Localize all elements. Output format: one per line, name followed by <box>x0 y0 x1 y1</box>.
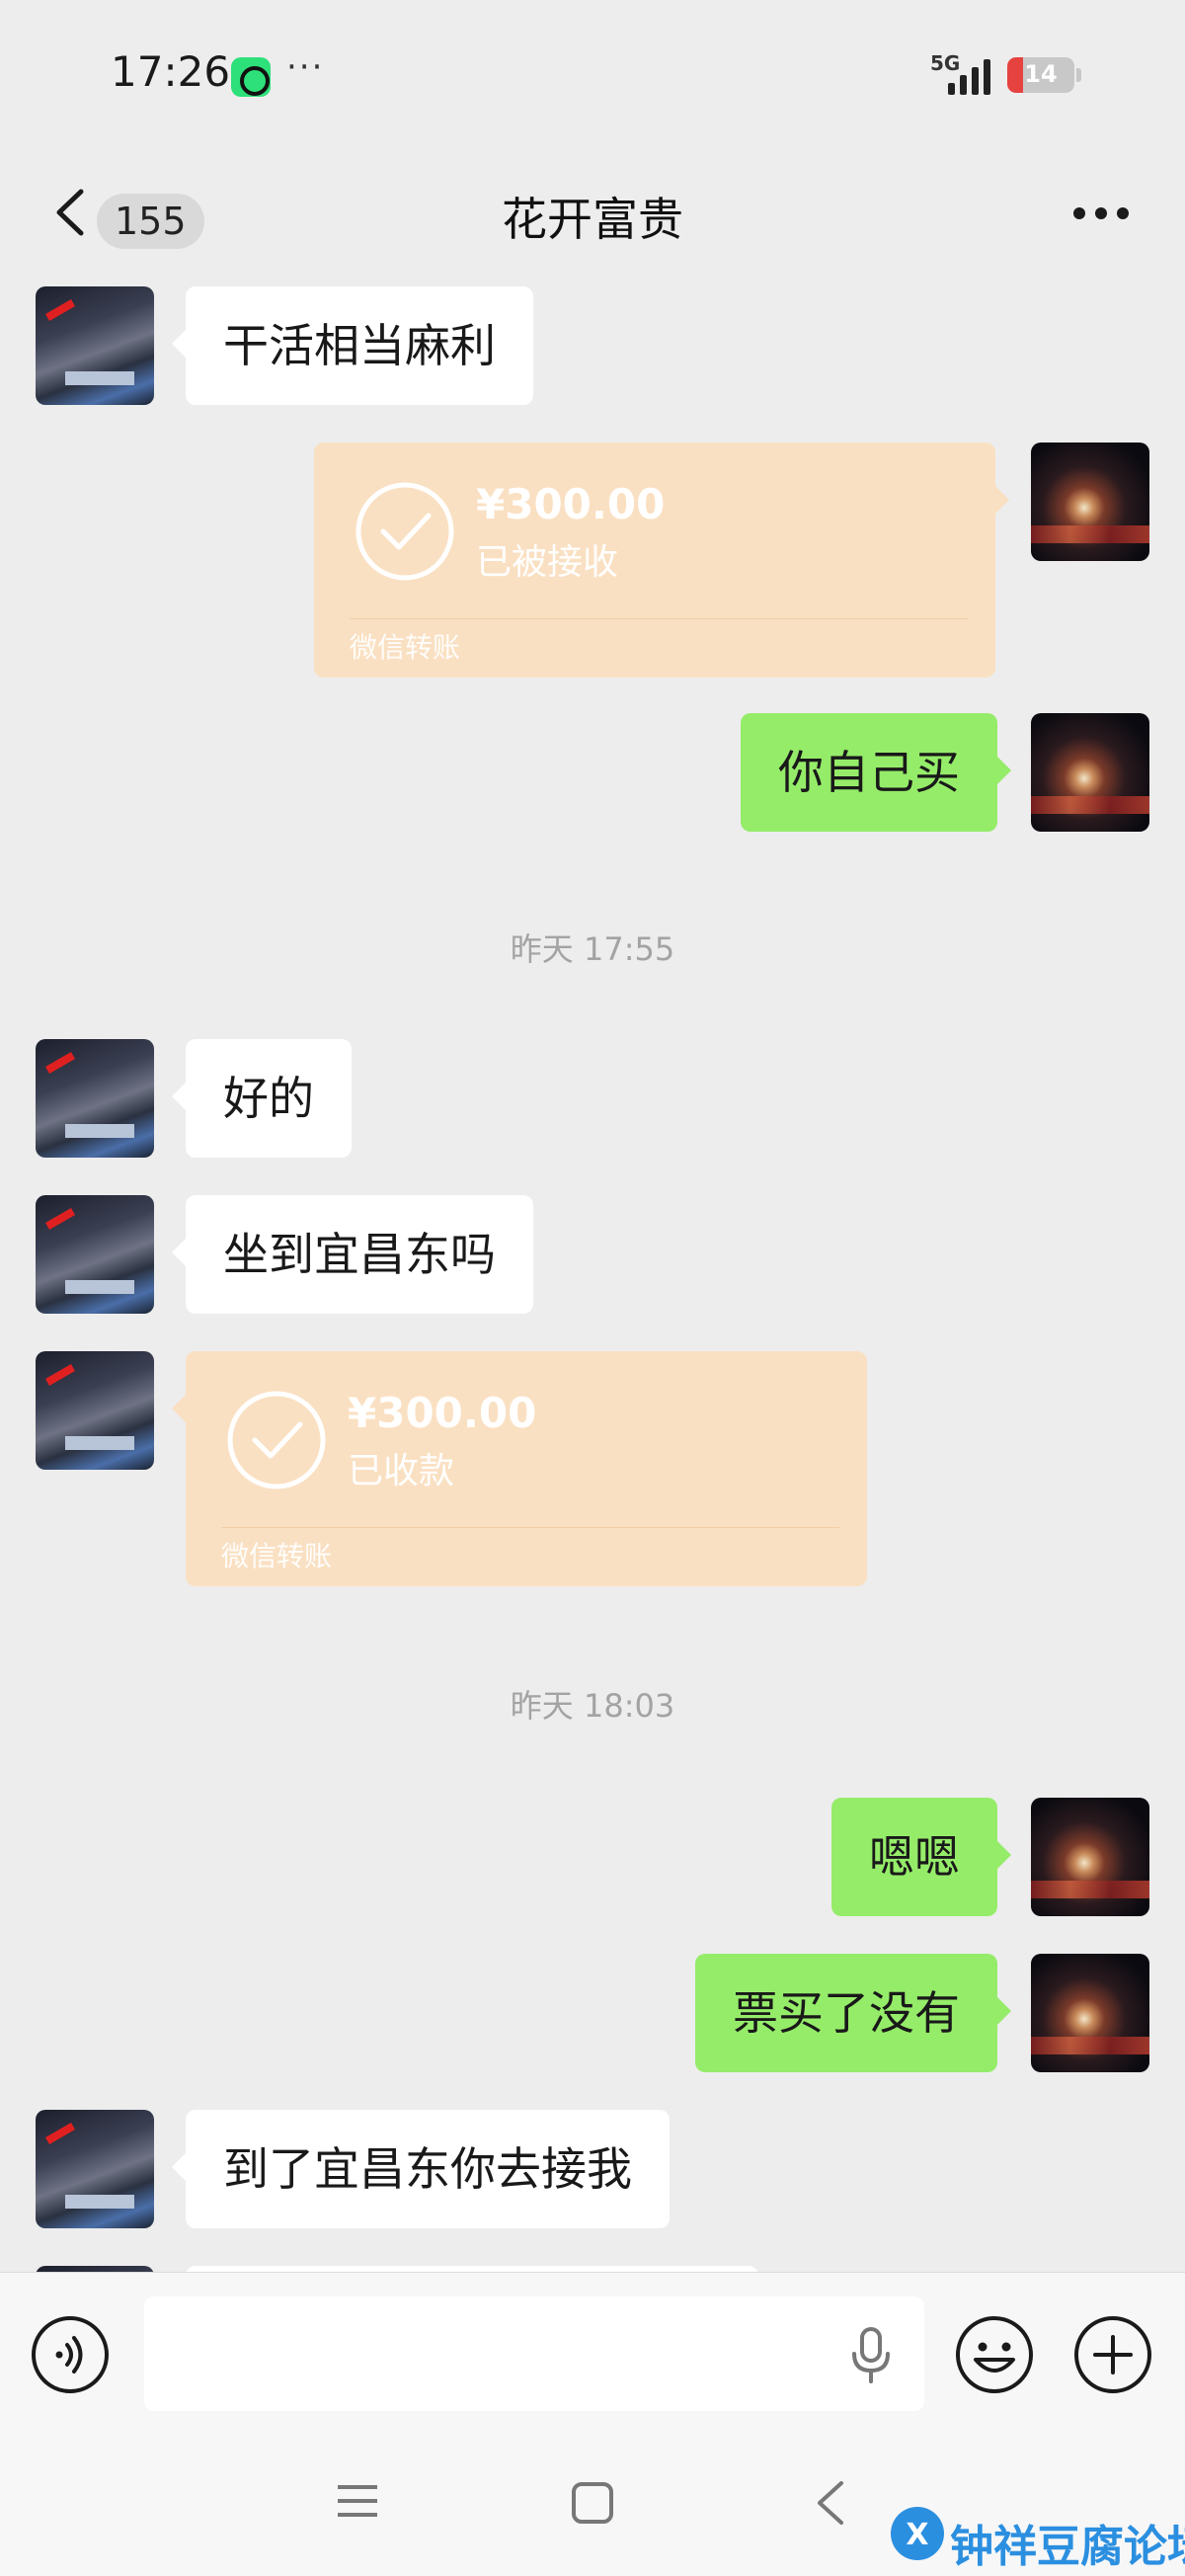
battery-icon: 14 <box>1007 57 1074 93</box>
forum-logo-icon: X <box>891 2507 944 2560</box>
transfer-status: 已被接收 <box>476 542 619 583</box>
contact-avatar[interactable] <box>36 1195 154 1314</box>
my-avatar[interactable] <box>1031 713 1149 832</box>
sent-message-bubble[interactable]: 票买了没有 <box>695 1954 1011 2072</box>
status-bar: 17:26 ··· 5G 14 <box>0 0 1185 148</box>
my-avatar[interactable] <box>1031 1798 1149 1916</box>
transfer-card[interactable]: ¥300.00 已被接收 微信转账 <box>314 443 1009 678</box>
back-icon[interactable] <box>812 2479 847 2527</box>
transfer-status: 已收款 <box>348 1451 455 1491</box>
plus-icon[interactable] <box>1072 2314 1153 2395</box>
received-message-bubble[interactable]: 好的 <box>172 1039 352 1158</box>
contact-avatar[interactable] <box>36 1351 154 1470</box>
more-notifications-icon: ··· <box>286 47 325 87</box>
my-avatar[interactable] <box>1031 1954 1149 2072</box>
menu-icon[interactable] <box>336 2481 379 2521</box>
divider <box>221 1527 839 1528</box>
received-message-bubble[interactable]: 干活相当麻利 <box>172 286 533 405</box>
divider <box>350 618 968 619</box>
microphone-icon[interactable] <box>847 2326 895 2385</box>
voice-mode-icon[interactable] <box>30 2314 111 2395</box>
check-circle-icon <box>356 482 454 581</box>
app-notification-icon <box>231 57 271 97</box>
home-icon[interactable] <box>571 2481 614 2525</box>
transfer-card[interactable]: ¥300.00 已收款 微信转账 <box>172 1351 867 1586</box>
message-timestamp: 昨天 17:55 <box>510 930 675 968</box>
my-avatar[interactable] <box>1031 443 1149 561</box>
received-message-bubble[interactable]: 坐到宜昌东吗 <box>172 1195 533 1314</box>
contact-avatar[interactable] <box>36 2110 154 2228</box>
sent-message-bubble[interactable]: 你自己买 <box>741 713 1011 832</box>
chat-header: 155 花开富贵 <box>0 158 1185 267</box>
message-list[interactable]: 干活相当麻利 ¥300.00 已被接收 微信转账 你自己买 昨天 17:55 好… <box>0 267 1185 2272</box>
signal-icon <box>948 57 993 95</box>
sent-message-bubble[interactable]: 嗯嗯 <box>831 1798 1011 1916</box>
transfer-amount: ¥300.00 <box>476 480 666 528</box>
emoji-icon[interactable] <box>954 2314 1035 2395</box>
input-bar <box>0 2272 1185 2430</box>
transfer-label: 微信转账 <box>221 1540 333 1572</box>
svg-text:X: X <box>906 2518 928 2552</box>
watermark-text: 钟祥豆腐论坛 <box>950 2522 1185 2572</box>
battery-level: 14 <box>1024 60 1058 88</box>
transfer-amount: ¥300.00 <box>348 1389 537 1437</box>
message-input[interactable] <box>144 2296 924 2411</box>
received-message-bubble[interactable]: 到了宜昌东你去接我 <box>172 2110 670 2228</box>
message-timestamp: 昨天 18:03 <box>510 1687 675 1725</box>
contact-avatar[interactable] <box>36 1039 154 1158</box>
transfer-label: 微信转账 <box>350 631 461 664</box>
more-options-icon[interactable] <box>1071 207 1131 223</box>
contact-avatar[interactable] <box>36 286 154 405</box>
status-time: 17:26 <box>111 47 231 96</box>
check-circle-icon <box>227 1391 326 1489</box>
chat-title: 花开富贵 <box>502 193 683 246</box>
